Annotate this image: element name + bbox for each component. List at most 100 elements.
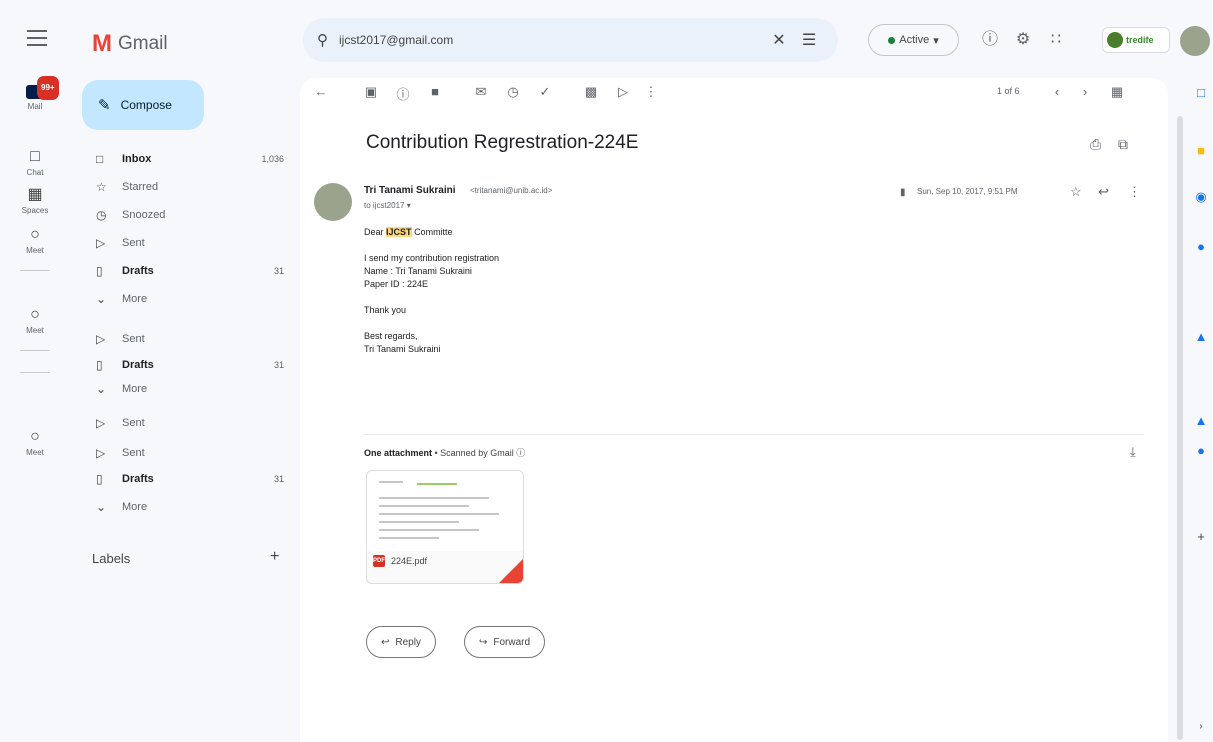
add-label-icon[interactable]: + xyxy=(270,548,279,566)
account-avatar[interactable] xyxy=(1180,26,1210,56)
sidebar-item-more[interactable]: ⌄ More xyxy=(70,496,292,518)
reply-button[interactable]: ↩ Reply xyxy=(366,626,436,658)
expand-panel-icon[interactable]: › xyxy=(1192,718,1210,736)
get-addons-icon[interactable]: + xyxy=(1192,528,1210,546)
contacts-icon[interactable]: ● xyxy=(1192,238,1210,256)
snooze-icon[interactable]: ◷ xyxy=(504,84,522,100)
open-new-window-icon[interactable]: ⧉ xyxy=(1118,136,1128,153)
older-icon[interactable]: › xyxy=(1076,84,1094,99)
status-selector[interactable]: Active ▾ xyxy=(868,24,959,56)
sidebar-item-label: Sent xyxy=(122,417,145,429)
inbox-icon: □ xyxy=(96,152,104,166)
sidebar-item-count: 31 xyxy=(273,266,284,276)
compose-button[interactable]: ✎ Compose xyxy=(82,80,204,130)
message-scrollbar[interactable] xyxy=(1177,116,1183,740)
rail-item-meet[interactable]: ○ Meet xyxy=(0,426,70,457)
input-tools-icon[interactable]: ▦ xyxy=(1108,84,1126,100)
sidebar-item-label: Inbox xyxy=(122,153,152,165)
organization-logo[interactable]: tredife xyxy=(1102,27,1170,53)
send-icon: ▷ xyxy=(96,236,106,250)
rail-item-mail[interactable]: 99+ Mail xyxy=(0,76,70,111)
sidebar-item-sent[interactable]: ▷ Sent xyxy=(70,412,292,434)
search-options-icon[interactable]: ☰ xyxy=(794,30,824,50)
search-bar[interactable]: ⚲ ✕ ☰ xyxy=(303,18,838,62)
rail-label: Meet xyxy=(26,246,44,255)
apps-grid-icon[interactable]: ∷ xyxy=(1045,29,1067,51)
sender-avatar[interactable] xyxy=(314,183,352,221)
sender-name[interactable]: Tri Tanami Sukraini xyxy=(364,185,456,196)
sidebar-item-more[interactable]: ⌄ More xyxy=(70,288,292,310)
main-menu-button[interactable] xyxy=(27,30,47,46)
contacts-icon[interactable]: ● xyxy=(1192,442,1210,460)
rail-divider xyxy=(20,372,50,373)
message-panel: ← ▣ ⓘ ■ ✉ ◷ ✓ ▩ ▷ ⋮ 1 of 6 ‹ › ▦ Contrib… xyxy=(300,78,1168,742)
newer-icon[interactable]: ‹ xyxy=(1048,84,1066,99)
keep-icon[interactable]: ■ xyxy=(1192,142,1210,160)
compose-label: Compose xyxy=(120,98,172,112)
forward-button[interactable]: ↪ Forward xyxy=(464,626,546,658)
tasks-icon[interactable]: ◉ xyxy=(1192,188,1210,206)
sidebar-item-inbox[interactable]: □ Inbox 1,036 xyxy=(70,148,292,170)
add-task-icon[interactable]: ✓ xyxy=(536,84,554,100)
addon-icon[interactable]: ▲ xyxy=(1192,412,1210,430)
sidebar-item-starred[interactable]: ☆ Starred xyxy=(70,176,292,198)
rail-item-chat[interactable]: □ Chat xyxy=(0,146,70,177)
sidebar-item-sent[interactable]: ▷ Sent xyxy=(70,328,292,350)
rail-divider xyxy=(20,350,50,351)
recipient-text: to ijcst2017 xyxy=(364,201,405,210)
sidebar-item-more[interactable]: ⌄ More xyxy=(70,378,292,400)
chevron-down-icon: ▾ xyxy=(933,34,939,47)
rail-label: Spaces xyxy=(21,206,49,215)
star-icon[interactable]: ☆ xyxy=(1070,184,1082,200)
clock-icon: ◷ xyxy=(96,208,107,222)
pencil-icon: ✎ xyxy=(98,97,111,114)
reply-arrow-icon[interactable]: ↩ xyxy=(1098,184,1109,200)
label-icon[interactable]: ▷ xyxy=(614,84,632,100)
recipient-details[interactable]: to ijcst2017 ▾ xyxy=(364,201,411,210)
help-icon[interactable]: ⓘ xyxy=(979,29,1001,51)
search-icon[interactable]: ⚲ xyxy=(317,31,339,49)
download-all-icon[interactable]: ⤓ xyxy=(1130,444,1136,460)
organization-label: tredife xyxy=(1126,35,1154,45)
sidebar-item-drafts[interactable]: ▯ Drafts 31 xyxy=(70,354,292,376)
chevron-down-icon: ⌄ xyxy=(96,382,107,396)
greeting-suffix: Committe xyxy=(414,227,453,237)
clear-search-icon[interactable]: ✕ xyxy=(764,30,794,50)
move-to-icon[interactable]: ▩ xyxy=(582,84,600,100)
more-vert-icon[interactable]: ⋮ xyxy=(1128,184,1141,200)
pagination-text: 1 of 6 xyxy=(997,86,1020,96)
meet-icon: ○ xyxy=(30,226,40,243)
sidebar-item-label: Sent xyxy=(122,333,145,345)
calendar-icon[interactable]: □ xyxy=(1192,84,1210,102)
search-input[interactable] xyxy=(339,33,764,47)
rail-item-meet[interactable]: ○ Meet xyxy=(0,304,70,335)
rail-item-meet[interactable]: ○ Meet xyxy=(0,224,70,255)
settings-icon[interactable]: ⚙ xyxy=(1012,29,1034,51)
draft-icon: ▯ xyxy=(96,358,103,372)
attachment-card[interactable]: PDF 224E.pdf xyxy=(366,470,524,584)
sidebar-item-drafts[interactable]: ▯ Drafts 31 xyxy=(70,260,292,282)
sidebar-item-label: Drafts xyxy=(122,359,154,371)
mark-unread-icon[interactable]: ✉ xyxy=(472,84,490,100)
rail-item-spaces[interactable]: ▦ Spaces xyxy=(0,184,70,215)
body-line: I send my contribution registration xyxy=(364,253,500,263)
sidebar-item-sent[interactable]: ▷ Sent xyxy=(70,442,292,464)
rail-label: Meet xyxy=(26,326,44,335)
unread-badge: 99+ xyxy=(37,76,59,100)
sidebar-item-drafts[interactable]: ▯ Drafts 31 xyxy=(70,468,292,490)
archive-icon[interactable]: ▣ xyxy=(362,84,380,100)
pdf-icon: PDF xyxy=(373,555,385,567)
sidebar-item-snoozed[interactable]: ◷ Snoozed xyxy=(70,204,292,226)
delete-icon[interactable]: ■ xyxy=(426,84,444,99)
addon-icon[interactable]: ▲ xyxy=(1192,328,1210,346)
sidebar-item-sent[interactable]: ▷ Sent xyxy=(70,232,292,254)
print-icon[interactable]: ⎙ xyxy=(1090,136,1101,153)
app-rail: 99+ Mail □ Chat ▦ Spaces ○ Meet ○ Meet ○… xyxy=(0,76,70,742)
report-spam-icon[interactable]: ⓘ xyxy=(394,84,412,103)
attachment-divider xyxy=(364,434,1144,435)
gmail-logo[interactable]: M Gmail xyxy=(92,30,168,58)
more-options-icon[interactable]: ⋮ xyxy=(642,84,660,100)
status-label: Active xyxy=(899,34,930,46)
back-arrow-icon[interactable]: ← xyxy=(312,84,330,99)
rail-label: Meet xyxy=(26,448,44,457)
